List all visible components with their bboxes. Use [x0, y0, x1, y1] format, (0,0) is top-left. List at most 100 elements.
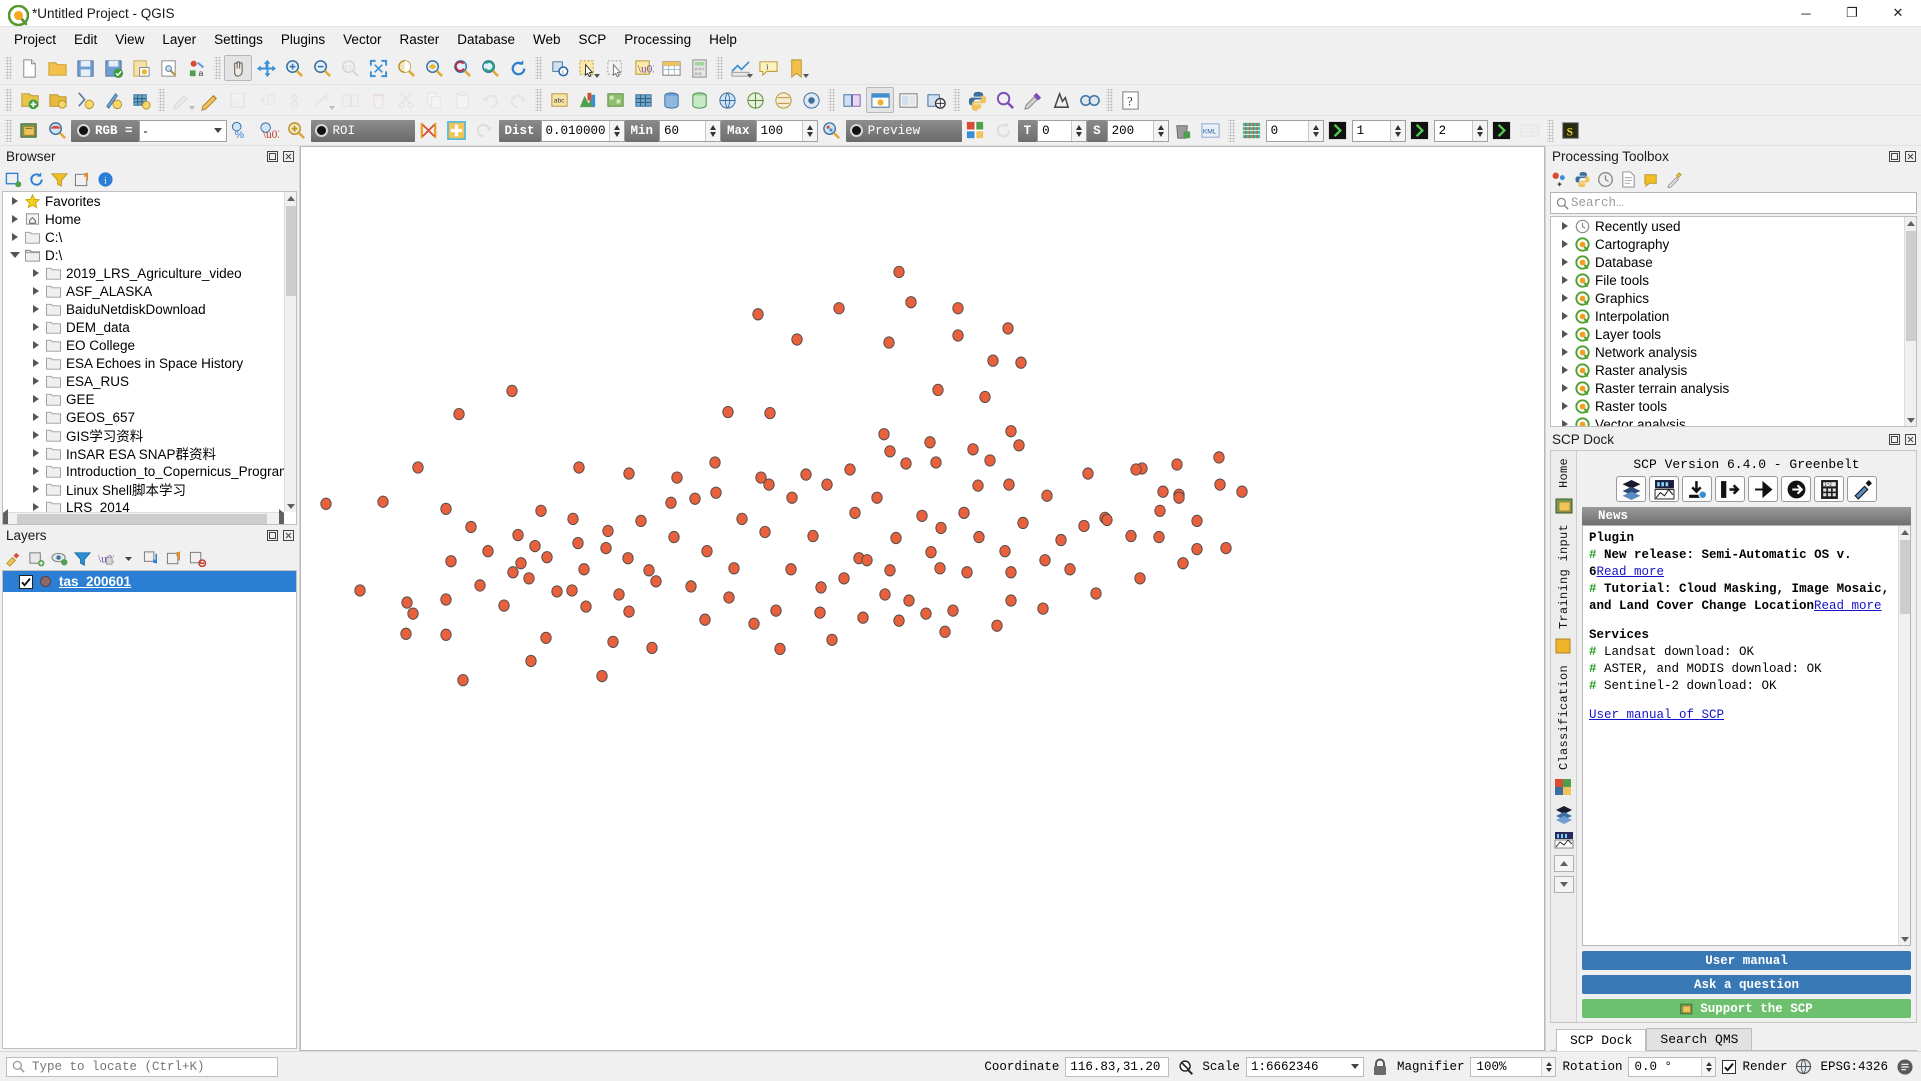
new-mesh-layer-button[interactable] — [127, 87, 155, 113]
browser-tree-item[interactable]: LRS_2014 — [3, 498, 284, 512]
close-button[interactable]: ✕ — [1875, 0, 1921, 27]
toggle-extents-icon[interactable] — [1175, 1056, 1196, 1077]
chevron-right-icon[interactable] — [7, 197, 23, 205]
chevron-right-icon[interactable] — [1557, 312, 1573, 320]
chevron-right-icon[interactable] — [1557, 330, 1573, 338]
processing-group-item[interactable]: Raster terrain analysis — [1551, 379, 1902, 397]
processing-vertical-scrollbar[interactable] — [1904, 217, 1916, 426]
chevron-right-icon[interactable] — [1557, 276, 1573, 284]
toolbar-grip[interactable] — [1547, 120, 1554, 142]
chevron-right-icon[interactable] — [28, 287, 44, 295]
ask-a-question-button[interactable]: Ask a question — [1582, 975, 1911, 994]
spinner-arrows-icon[interactable] — [1071, 121, 1086, 141]
history-icon[interactable] — [1595, 169, 1616, 190]
browser-tree-item[interactable]: BaiduNetdiskDownload — [3, 300, 284, 318]
lock-scale-icon[interactable] — [1370, 1056, 1391, 1077]
browser-tree-item[interactable]: Introduction_to_Copernicus_Program — [3, 462, 284, 480]
scroll-down-icon[interactable] — [1899, 933, 1911, 945]
coordinate-field[interactable]: 116.83,31.20 — [1065, 1057, 1169, 1077]
browser-tree-item[interactable]: GEE — [3, 390, 284, 408]
layer-tree[interactable]: tas_200601 — [2, 570, 297, 1049]
processing-close-icon[interactable] — [1904, 150, 1917, 163]
processing-group-item[interactable]: Graphics — [1551, 289, 1902, 307]
chevron-right-icon[interactable] — [7, 215, 23, 223]
support-the-scp-button[interactable]: Support the SCP — [1582, 999, 1911, 1018]
new-spatialite-layer-button[interactable] — [71, 87, 99, 113]
scale-combo[interactable]: 1:6662346 — [1246, 1057, 1364, 1077]
chevron-right-icon[interactable] — [28, 341, 44, 349]
python-script-icon[interactable] — [1572, 169, 1593, 190]
spinner-arrows-icon[interactable] — [705, 121, 720, 141]
save-project-as-button[interactable] — [99, 55, 127, 81]
expression-icon[interactable]: \u03b5 — [95, 548, 116, 569]
chevron-right-icon[interactable] — [28, 503, 44, 511]
scroll-up-icon[interactable] — [285, 192, 297, 204]
classification-icon[interactable] — [1554, 778, 1574, 798]
scp-create-roi-button[interactable] — [415, 118, 443, 144]
refresh-icon[interactable] — [26, 169, 47, 190]
processing-group-item[interactable]: Network analysis — [1551, 343, 1902, 361]
training-input-icon[interactable] — [1554, 637, 1574, 657]
scp-remove-button[interactable] — [1169, 118, 1197, 144]
menu-database[interactable]: Database — [448, 29, 524, 50]
processing-group-item[interactable]: Vector analysis — [1551, 415, 1902, 427]
tab-search-qms[interactable]: Search QMS — [1646, 1028, 1752, 1050]
crs-value[interactable]: EPSG:4326 — [1820, 1060, 1888, 1074]
scp-s-spinbox[interactable]: 200 — [1107, 120, 1169, 142]
band-set-icon[interactable] — [1554, 804, 1574, 824]
scp-min-spinbox[interactable]: 60 — [659, 120, 721, 142]
spinner-arrows-icon[interactable] — [1153, 121, 1168, 141]
chevron-right-icon[interactable] — [28, 395, 44, 403]
toolbar-grip[interactable] — [5, 57, 12, 79]
browser-tree-item[interactable]: ESA Echoes in Space History — [3, 354, 284, 372]
processing-group-item[interactable]: Layer tools — [1551, 325, 1902, 343]
scp-tab-home[interactable]: Home — [1557, 453, 1571, 493]
chevron-right-icon[interactable] — [28, 467, 44, 475]
scroll-down-icon[interactable] — [285, 500, 297, 512]
scp-news-box[interactable]: Plugin # New release: Semi-Automatic OS … — [1582, 525, 1911, 946]
save-project-button[interactable] — [71, 55, 99, 81]
chevron-right-icon[interactable] — [1557, 258, 1573, 266]
map-canvas[interactable] — [301, 147, 1544, 1050]
scroll-up-icon[interactable] — [1905, 217, 1917, 229]
chevron-right-icon[interactable] — [1557, 294, 1573, 302]
scp-kml-export-button[interactable]: KML — [1197, 118, 1225, 144]
menu-help[interactable]: Help — [700, 29, 746, 50]
processing-group-item[interactable]: Interpolation — [1551, 307, 1902, 325]
open-project-button[interactable] — [43, 55, 71, 81]
spectral-plot-icon[interactable] — [1554, 830, 1574, 850]
messages-icon[interactable] — [1894, 1056, 1915, 1077]
collapse-all-icon[interactable] — [72, 169, 93, 190]
spyglass-button[interactable] — [1075, 87, 1103, 113]
open-attribute-table-button[interactable] — [657, 55, 685, 81]
chevron-right-icon[interactable] — [1557, 222, 1573, 230]
crs-globe-icon[interactable] — [1793, 1056, 1814, 1077]
scp-tab-training-input[interactable]: Training input — [1557, 519, 1571, 634]
identify-features-button[interactable]: i — [545, 55, 573, 81]
browser-tree[interactable]: FavoritesHomeC:\D:\2019_LRS_Agriculture_… — [2, 191, 297, 525]
browser-close-icon[interactable] — [282, 150, 295, 163]
toolbar-grip[interactable] — [214, 57, 221, 79]
chevron-right-icon[interactable] — [28, 449, 44, 457]
chevron-right-icon[interactable] — [7, 233, 23, 241]
chevron-right-icon[interactable] — [28, 431, 44, 439]
toggle-editing-button[interactable] — [196, 87, 224, 113]
search-button[interactable] — [991, 87, 1019, 113]
field-calculator-button[interactable] — [685, 55, 713, 81]
browser-tree-item[interactable]: ASF_ALASKA — [3, 282, 284, 300]
spinner-arrows-icon[interactable] — [1390, 121, 1405, 141]
toolbar-grip[interactable] — [5, 89, 12, 111]
browser-vertical-scrollbar[interactable] — [284, 192, 296, 512]
add-layer-icon[interactable] — [3, 169, 24, 190]
georeferencer-button[interactable] — [922, 87, 950, 113]
new-shapefile-layer-button[interactable] — [15, 87, 43, 113]
scp-scroll-up-button[interactable] — [1554, 855, 1574, 872]
scp-roi-display[interactable]: ROI — [311, 120, 415, 142]
zoom-out-button[interactable] — [308, 55, 336, 81]
processing-group-item[interactable]: Raster analysis — [1551, 361, 1902, 379]
browser-tree-item[interactable]: GIS学习资料 — [3, 426, 284, 444]
scp-close-icon[interactable] — [1904, 433, 1917, 446]
scroll-right-icon[interactable] — [279, 513, 284, 525]
browser-tree-item[interactable]: InSAR ESA SNAP群资料 — [3, 444, 284, 462]
new-print-layout-button[interactable] — [127, 55, 155, 81]
